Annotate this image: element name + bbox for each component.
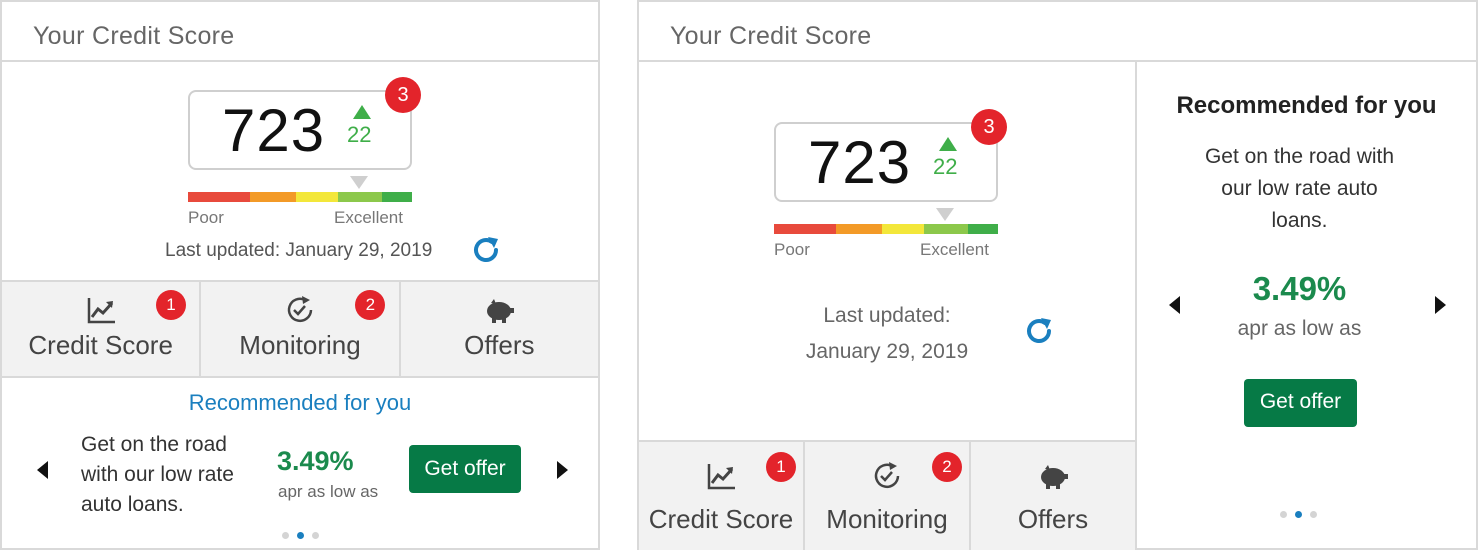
piggy-bank-icon: [1041, 465, 1068, 489]
carousel-next-arrow-icon[interactable]: [557, 461, 568, 479]
score-box: 723 22: [774, 122, 998, 202]
tab-offers[interactable]: Offers: [401, 282, 598, 376]
refresh-icon[interactable]: [1023, 315, 1055, 347]
tab-bar: 1 Credit Score 2 Monitoring Offers: [2, 280, 598, 378]
credit-score-widget-wide: Your Credit Score 723 22 3 Poor Excellen…: [637, 0, 1478, 550]
meter-pointer-icon: [936, 208, 954, 221]
tab-label: Monitoring: [826, 504, 948, 534]
delta-up-arrow-icon: [353, 105, 371, 119]
tab-badge: 2: [355, 290, 386, 320]
refresh-icon[interactable]: [470, 234, 502, 266]
credit-score-widget-compact: Your Credit Score 723 22 3 Poor Excellen…: [0, 0, 600, 550]
tab-label: Credit Score: [648, 504, 794, 534]
offer-rate-label: apr as low as: [278, 482, 379, 501]
carousel-dot[interactable]: [1280, 511, 1287, 518]
get-offer-button[interactable]: Get offer: [409, 445, 521, 493]
get-offer-button[interactable]: Get offer: [1244, 379, 1357, 427]
last-updated-line: January 29, 2019: [805, 340, 969, 363]
card-header: Your Credit Score: [2, 2, 598, 62]
meter-segment-good: [338, 192, 382, 202]
carousel-prev-arrow-icon[interactable]: [37, 461, 48, 479]
meter-segment-excellent: [968, 224, 998, 234]
score-value: 723: [808, 129, 912, 196]
chart-icon: [707, 464, 735, 490]
last-updated: Last updated: January 29, 2019: [759, 298, 1015, 370]
meter-segment-fair: [836, 224, 882, 234]
card-title: Your Credit Score: [670, 22, 872, 50]
monitoring-icon: [874, 462, 900, 489]
meter-low-label: Poor: [774, 240, 810, 259]
last-updated: Last updated: January 29, 2019: [165, 240, 433, 261]
meter-pointer-icon: [350, 176, 368, 189]
meter-segment-poor: [774, 224, 836, 234]
score-notification-badge: 3: [385, 77, 421, 113]
card-title: Your Credit Score: [33, 22, 235, 50]
score-value: 723: [222, 97, 326, 164]
tab-badge: 1: [156, 290, 186, 320]
score-meter: [188, 192, 412, 202]
tab-badge: 1: [766, 452, 796, 482]
carousel-next-arrow-icon[interactable]: [1435, 296, 1446, 314]
tab-label: Credit Score: [28, 330, 173, 360]
meter-low-label: Poor: [188, 208, 224, 227]
recommendation-text: Get on the road with our low rate auto l…: [81, 430, 234, 520]
monitoring-icon: [287, 296, 313, 323]
carousel-dot-active[interactable]: [1295, 511, 1302, 518]
meter-segment-excellent: [382, 192, 412, 202]
recommendation-text-line: loans.: [1271, 209, 1328, 232]
tab-bar: 1 Credit Score 2 Monitoring Offers: [639, 440, 1135, 550]
last-updated-line: Last updated:: [823, 304, 951, 327]
recommendation-text-line: auto loans.: [81, 493, 184, 516]
tab-monitoring[interactable]: 2 Monitoring: [201, 282, 401, 376]
delta-up-arrow-icon: [939, 137, 957, 151]
tab-credit-score[interactable]: 1 Credit Score: [639, 442, 805, 550]
carousel-dot[interactable]: [1310, 511, 1317, 518]
meter-segment-poor: [188, 192, 250, 202]
meter-segment-average: [882, 224, 924, 234]
meter-high-label: Excellent: [334, 208, 403, 227]
meter-segment-average: [296, 192, 338, 202]
score-box: 723 22: [188, 90, 412, 170]
score-meter: [774, 224, 998, 234]
meter-segment-good: [924, 224, 968, 234]
tab-monitoring[interactable]: 2 Monitoring: [805, 442, 971, 550]
chart-icon: [87, 298, 115, 324]
carousel-dot[interactable]: [282, 532, 289, 539]
recommendation-title: Recommended for you: [1176, 92, 1437, 119]
offer-rate: 3.49%: [1252, 270, 1347, 307]
score-delta: 22: [933, 154, 958, 179]
offer-rate-label: apr as low as: [1237, 317, 1362, 340]
carousel-dot-active[interactable]: [297, 532, 304, 539]
meter-segment-fair: [250, 192, 296, 202]
meter-high-label: Excellent: [920, 240, 989, 259]
tab-label: Offers: [464, 330, 535, 360]
tab-credit-score[interactable]: 1 Credit Score: [2, 282, 202, 376]
recommendation-text-line: Get on the road with: [1204, 145, 1395, 168]
carousel-dots: [1280, 511, 1317, 518]
carousel-dots: [282, 532, 319, 539]
score-notification-badge: 3: [971, 109, 1007, 145]
piggy-bank-icon: [487, 299, 515, 323]
recommendation-title: Recommended for you: [188, 390, 412, 415]
carousel-dot[interactable]: [312, 532, 319, 539]
score-delta: 22: [347, 122, 372, 147]
offer-rate: 3.49%: [277, 446, 354, 476]
recommendation-text-line: with our low rate: [81, 463, 234, 486]
tab-label: Offers: [1017, 504, 1089, 534]
recommendation-text-line: Get on the road: [81, 433, 227, 456]
tab-label: Monitoring: [239, 330, 361, 360]
tab-badge: 2: [932, 452, 962, 482]
recommendation-text: Get on the road with our low rate auto l…: [1137, 141, 1462, 237]
recommendation-text-line: our low rate auto: [1221, 177, 1378, 200]
card-header: Your Credit Score: [639, 2, 1476, 62]
tab-offers[interactable]: Offers: [971, 442, 1135, 550]
